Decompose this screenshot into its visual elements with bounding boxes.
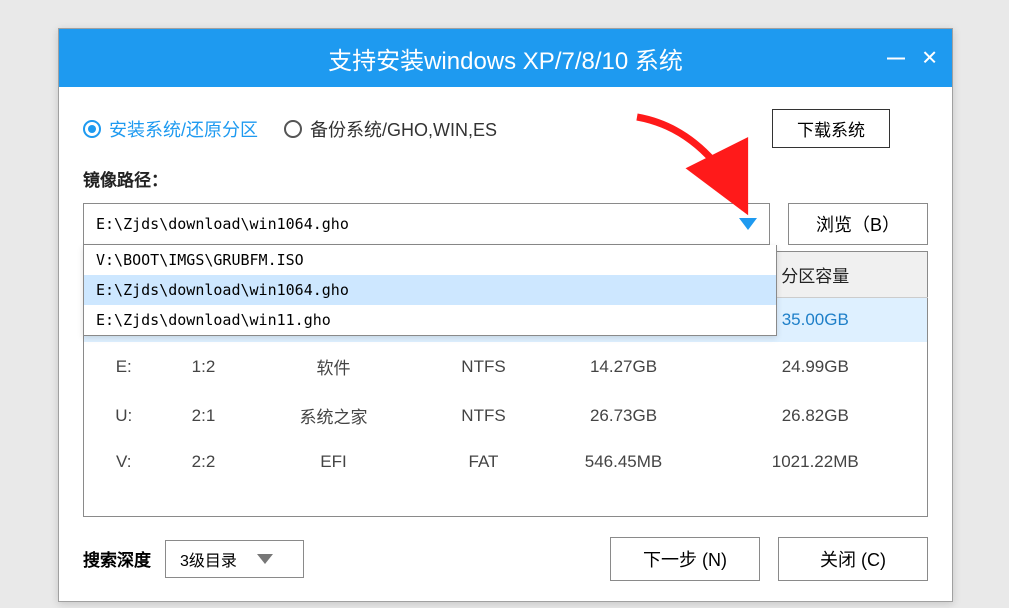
dropdown-item[interactable]: E:\Zjds\download\win1064.gho [84,275,776,305]
titlebar: 支持安装windows XP/7/8/10 系统 ✕ [59,29,952,87]
window-title: 支持安装windows XP/7/8/10 系统 [328,41,683,76]
image-path-label: 镜像路径： [83,166,928,191]
browse-button[interactable]: 浏览（B） [788,203,928,245]
image-path-value: E:\Zjds\download\win1064.gho [96,215,349,233]
table-row[interactable]: V:2:2EFIFAT546.45MB1021.22MB [84,440,928,484]
search-depth-value: 3级目录 [180,547,237,571]
dropdown-item[interactable]: V:\BOOT\IMGS\GRUBFM.ISO [84,245,776,275]
radio-install-label: 安装系统/还原分区 [109,116,258,142]
next-button[interactable]: 下一步 (N) [610,537,760,581]
image-path-combobox[interactable]: E:\Zjds\download\win1064.gho [83,203,770,245]
search-depth-label: 搜索深度 [83,546,151,571]
radio-install-restore[interactable]: 安装系统/还原分区 [83,116,258,142]
minimize-icon[interactable] [887,57,905,59]
close-icon[interactable]: ✕ [921,46,938,71]
download-system-button[interactable]: 下载系统 [772,109,890,148]
installer-window: 支持安装windows XP/7/8/10 系统 ✕ 安装系统/还原分区 备份系… [58,28,953,602]
table-row[interactable]: U:2:1系统之家NTFS26.73GB26.82GB [84,391,928,440]
dropdown-item[interactable]: E:\Zjds\download\win11.gho [84,305,776,335]
radio-backup[interactable]: 备份系统/GHO,WIN,ES [284,116,497,142]
radio-backup-label: 备份系统/GHO,WIN,ES [310,116,497,142]
table-row[interactable]: E:1:2软件NTFS14.27GB24.99GB [84,342,928,391]
image-path-dropdown: V:\BOOT\IMGS\GRUBFM.ISO E:\Zjds\download… [83,245,777,336]
search-depth-select[interactable]: 3级目录 [165,540,304,578]
close-button[interactable]: 关闭 (C) [778,537,928,581]
chevron-down-icon[interactable] [739,218,757,230]
chevron-down-icon [257,554,273,564]
